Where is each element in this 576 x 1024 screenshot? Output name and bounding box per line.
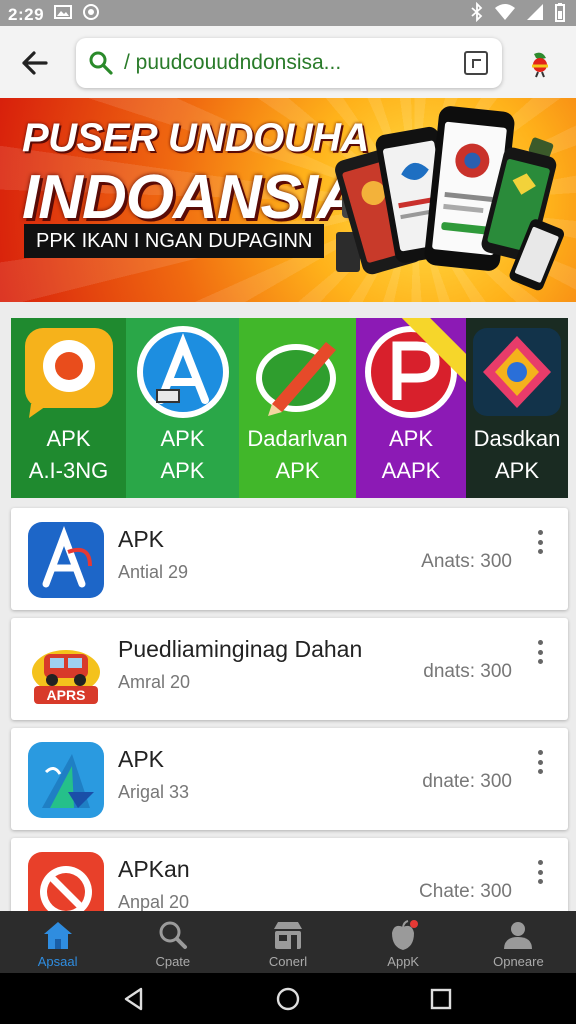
nav-label: Apsaal (37, 954, 78, 969)
promo-banner[interactable]: PUSER UNDOUHA INDOANSIA PPK IKAN I NGAN … (0, 98, 576, 302)
icon-text: APRS (47, 687, 86, 703)
apple-icon (392, 920, 419, 950)
search-icon (88, 50, 114, 81)
featured-app-5[interactable]: Dasdkan APK (466, 318, 568, 498)
app-meta: Anats: 300 (421, 551, 512, 572)
nav-label: Conerl (268, 954, 308, 969)
featured-app-3[interactable]: Dadarlvan APK (239, 318, 356, 498)
nav-label: AppK (387, 954, 420, 969)
person-icon (504, 922, 533, 949)
nav-item-profile[interactable]: Opneare (461, 911, 576, 973)
battery-icon (554, 2, 566, 27)
featured-app-label: Dasdkan (473, 426, 561, 451)
more-options-icon[interactable] (532, 640, 548, 664)
status-time: 2:29 (8, 4, 45, 24)
more-options-icon[interactable] (532, 860, 548, 884)
app-meta: dnats: 300 (423, 661, 512, 682)
list-item[interactable]: APRS Puedliaminginag Dahan Amral 20 dnat… (11, 618, 568, 720)
signal-icon (526, 3, 544, 26)
url-text: / puudcouudndonsisa... (124, 51, 342, 74)
bluetooth-icon (470, 1, 484, 27)
location-pin-icon (24, 328, 113, 418)
featured-app-sublabel: APK (160, 458, 205, 483)
featured-app-label: APK (46, 426, 91, 451)
featured-app-label: Dadarlvan (247, 426, 348, 451)
app-subtitle: Arigal 33 (118, 782, 190, 802)
nav-item-home[interactable]: Apsaal (0, 911, 115, 973)
featured-app-sublabel: A.I-3NG (28, 458, 109, 483)
featured-app-sublabel: APK (494, 458, 540, 483)
featured-app-sublabel: AAPK (381, 458, 441, 483)
featured-app-4[interactable]: APK AAPK (356, 318, 466, 498)
featured-apps-strip: APK A.I-3NG APK APK Dadarlvan APK APK AA… (11, 318, 568, 498)
image-notification-icon (54, 4, 73, 25)
featured-app-2[interactable]: APK APK (126, 318, 239, 498)
arrow-a-icon (28, 742, 104, 818)
nav-item-apps[interactable]: AppK (346, 911, 461, 973)
status-bar: 2:29 (0, 0, 576, 26)
app-title: APK (118, 526, 165, 552)
gem-icon (473, 328, 561, 416)
back-button[interactable] (18, 48, 50, 78)
pencil-icon (255, 342, 336, 416)
featured-app-label: APK (388, 426, 434, 451)
banner-title: PUSER UNDOUHA (22, 116, 369, 160)
app-title: APK (118, 746, 165, 772)
featured-app-label: APK (160, 426, 205, 451)
app-subtitle: Amral 20 (118, 672, 191, 692)
letter-a-icon (28, 522, 104, 598)
nav-item-store[interactable]: Conerl (230, 911, 345, 973)
app-subtitle: Anpal 20 (118, 892, 190, 912)
app-subtitle: Antial 29 (118, 562, 189, 582)
featured-app-sublabel: APK (275, 458, 320, 483)
back-triangle-icon[interactable] (121, 986, 147, 1012)
phones-illustration (335, 106, 565, 291)
profile-logo-icon[interactable] (526, 50, 554, 78)
list-item[interactable]: APK Arigal 33 dnate: 300 (11, 728, 568, 830)
nav-label: Opneare (493, 954, 544, 969)
more-options-icon[interactable] (532, 530, 548, 554)
home-icon (43, 922, 72, 949)
app-title: Puedliaminginag Dahan (118, 636, 363, 662)
featured-app-1[interactable]: APK A.I-3NG (11, 318, 126, 498)
app-title: APKan (118, 856, 190, 882)
sync-icon (82, 3, 100, 26)
nav-label: Cpate (155, 954, 191, 969)
more-options-icon[interactable] (532, 750, 548, 774)
letter-a-icon (136, 326, 229, 418)
search-icon (159, 921, 187, 949)
system-navigation-bar (0, 973, 576, 1024)
nav-item-search[interactable]: Cpate (115, 911, 230, 973)
wifi-icon (494, 3, 516, 26)
open-in-new-icon[interactable] (464, 51, 488, 75)
banner-subtitle: PPK IKAN I NGAN DUPAGINN (24, 224, 325, 258)
app-root: 2:29 / puudcouudndonsisa... PUSER UNDOUH… (0, 0, 576, 1024)
app-meta: dnate: 300 (422, 771, 512, 792)
url-field[interactable]: / puudcouudndonsisa... (76, 38, 502, 88)
arrow-left-icon (22, 51, 48, 75)
car-icon: APRS (28, 632, 104, 708)
recents-square-icon[interactable] (428, 986, 454, 1012)
app-meta: Chate: 300 (419, 881, 512, 902)
home-circle-icon[interactable] (275, 986, 301, 1012)
list-item[interactable]: APK Antial 29 Anats: 300 (11, 508, 568, 610)
address-bar: / puudcouudndonsisa... (0, 26, 576, 98)
banner-headline: INDOANSIA (22, 163, 362, 232)
store-icon (274, 922, 302, 949)
bottom-navigation: Apsaal Cpate Conerl AppK Opneare (0, 911, 576, 973)
